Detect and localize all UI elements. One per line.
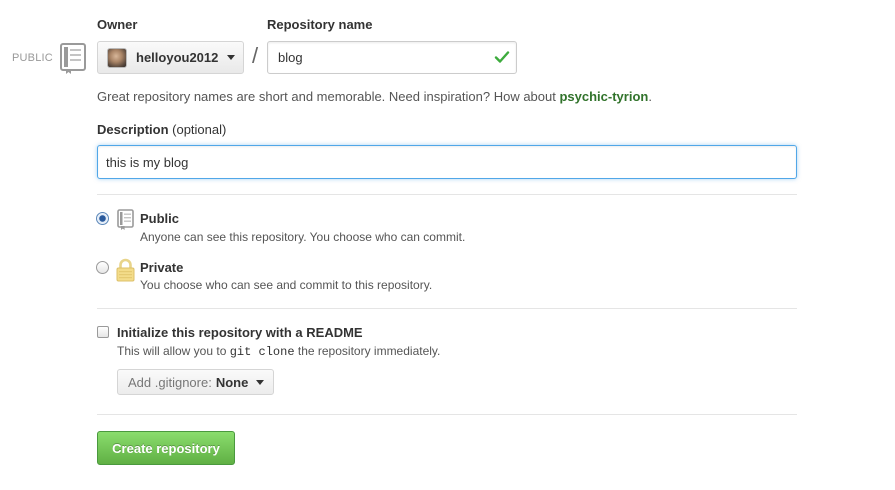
public-title: Public	[140, 211, 180, 226]
description-label: Description (optional)	[97, 122, 226, 137]
description-optional-note: (optional)	[172, 122, 227, 137]
check-icon	[494, 51, 510, 63]
repo-book-icon	[60, 43, 86, 74]
private-title: Private	[140, 260, 184, 275]
lock-icon	[116, 258, 135, 282]
readme-title: Initialize this repository with a README	[117, 325, 363, 340]
chevron-down-icon	[256, 379, 265, 385]
readme-desc-code: git clone	[229, 345, 295, 359]
divider	[97, 194, 797, 195]
visibility-tag: PUBLIC	[12, 52, 53, 64]
gitignore-select[interactable]: Add .gitignore: None	[117, 369, 274, 395]
hint-text: Great repository names are short and mem…	[97, 89, 560, 104]
public-book-icon	[117, 209, 134, 230]
chevron-down-icon	[227, 55, 236, 60]
readme-description: This will allow you to git clone the rep…	[117, 344, 440, 359]
description-input[interactable]	[97, 145, 797, 179]
owner-repo-separator: /	[252, 43, 259, 68]
avatar	[107, 47, 127, 68]
private-description: You choose who can see and commit to thi…	[140, 278, 433, 292]
name-suggestion-link[interactable]: psychic-tyrion	[559, 89, 648, 104]
create-repository-button[interactable]: Create repository	[97, 431, 235, 465]
public-description: Anyone can see this repository. You choo…	[140, 230, 466, 244]
repository-name-input[interactable]	[267, 41, 517, 74]
owner-label: Owner	[97, 17, 138, 32]
readme-checkbox[interactable]	[97, 326, 109, 338]
private-radio[interactable]	[96, 261, 109, 274]
divider	[97, 414, 797, 415]
readme-desc-before: This will allow you to	[117, 344, 230, 358]
owner-name: helloyou2012	[136, 50, 219, 65]
public-radio[interactable]	[96, 212, 109, 225]
readme-desc-after: the repository immediately.	[294, 344, 441, 358]
divider	[97, 308, 797, 309]
hint-suffix: .	[648, 89, 652, 104]
gitignore-value: None	[215, 374, 249, 390]
description-label-text: Description	[97, 122, 169, 137]
gitignore-label: Add .gitignore:	[128, 374, 212, 390]
repository-name-hint: Great repository names are short and mem…	[97, 89, 652, 104]
owner-select[interactable]: helloyou2012	[97, 41, 244, 74]
repository-name-label: Repository name	[267, 17, 373, 32]
